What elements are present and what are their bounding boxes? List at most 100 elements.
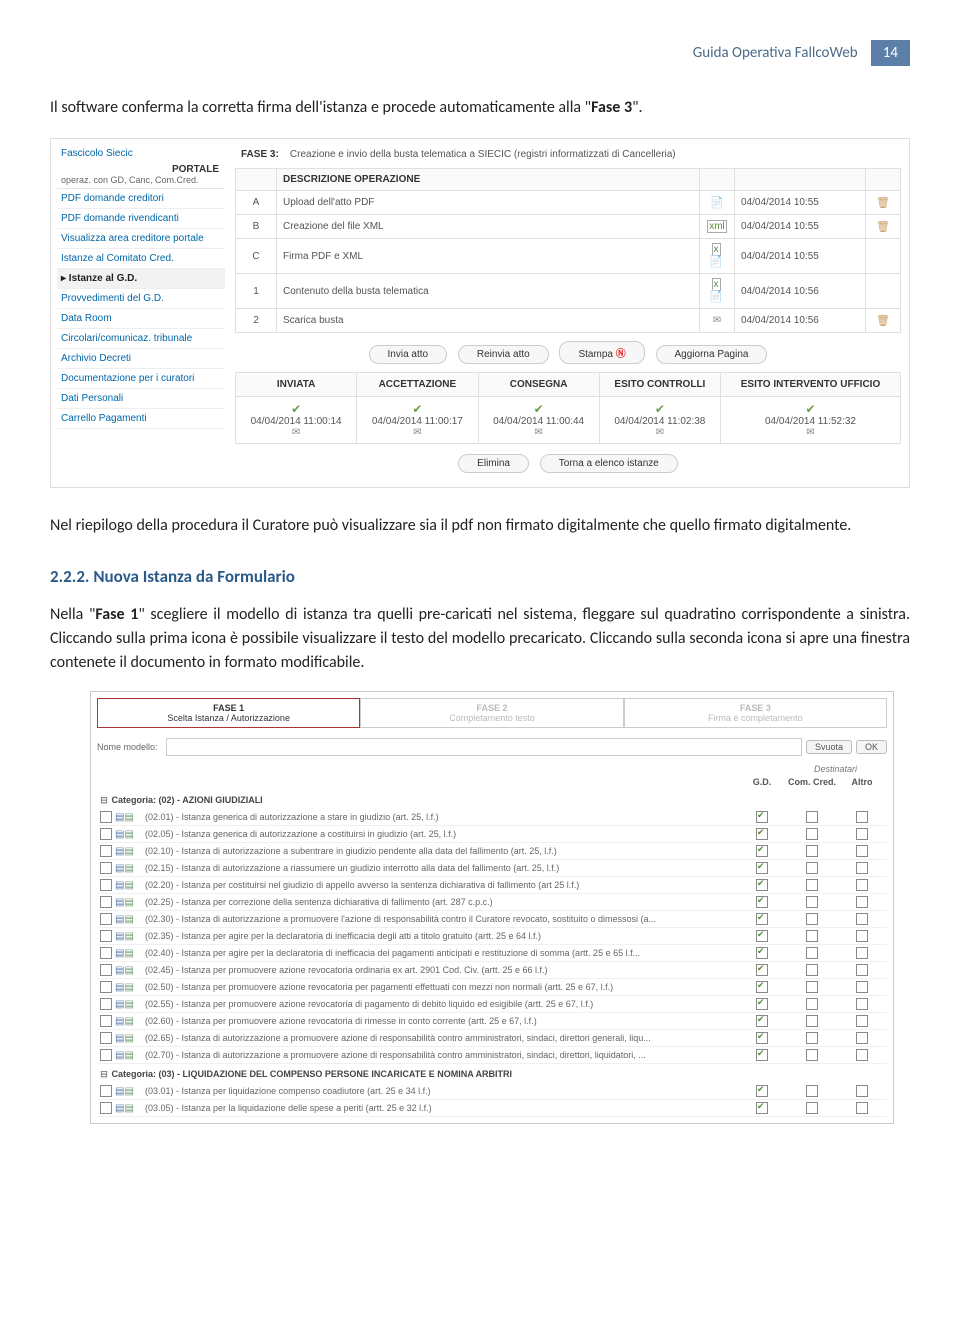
select-checkbox[interactable] bbox=[100, 1102, 112, 1114]
comcred-checkbox[interactable] bbox=[806, 930, 818, 942]
gd-checkbox[interactable] bbox=[756, 1049, 768, 1061]
altro-checkbox[interactable] bbox=[856, 845, 868, 857]
select-checkbox[interactable] bbox=[100, 913, 112, 925]
edit-icon[interactable]: ▤ bbox=[124, 948, 133, 959]
altro-checkbox[interactable] bbox=[856, 896, 868, 908]
comcred-checkbox[interactable] bbox=[806, 845, 818, 857]
torna-elenco-button[interactable]: Torna a elenco istanze bbox=[540, 454, 678, 473]
altro-checkbox[interactable] bbox=[856, 828, 868, 840]
svuota-button[interactable]: Svuota bbox=[806, 740, 852, 754]
altro-checkbox[interactable] bbox=[856, 998, 868, 1010]
envelope-icon[interactable]: ✉ bbox=[604, 427, 716, 438]
gd-checkbox[interactable] bbox=[756, 964, 768, 976]
select-checkbox[interactable] bbox=[100, 845, 112, 857]
select-checkbox[interactable] bbox=[100, 930, 112, 942]
edit-icon[interactable]: ▤ bbox=[124, 897, 133, 908]
edit-icon[interactable]: ▤ bbox=[124, 812, 133, 823]
edit-icon[interactable]: ▤ bbox=[124, 982, 133, 993]
comcred-checkbox[interactable] bbox=[806, 1032, 818, 1044]
sidebar-item[interactable]: Carrello Pagamenti bbox=[57, 409, 225, 429]
select-checkbox[interactable] bbox=[100, 964, 112, 976]
edit-icon[interactable]: ▤ bbox=[124, 846, 133, 857]
comcred-checkbox[interactable] bbox=[806, 828, 818, 840]
trash-icon[interactable]: 🗑 bbox=[876, 315, 890, 327]
gd-checkbox[interactable] bbox=[756, 896, 768, 908]
comcred-checkbox[interactable] bbox=[806, 947, 818, 959]
envelope-icon[interactable]: ✉ bbox=[240, 427, 352, 438]
comcred-checkbox[interactable] bbox=[806, 862, 818, 874]
gd-checkbox[interactable] bbox=[756, 1032, 768, 1044]
gd-checkbox[interactable] bbox=[756, 1015, 768, 1027]
altro-checkbox[interactable] bbox=[856, 1015, 868, 1027]
envelope-icon[interactable]: ✉ bbox=[361, 427, 473, 438]
gd-checkbox[interactable] bbox=[756, 811, 768, 823]
sidebar-item[interactable]: PDF domande rivendicanti bbox=[57, 209, 225, 229]
phase-tab[interactable]: FASE 3Firma e completamento bbox=[624, 698, 887, 728]
comcred-checkbox[interactable] bbox=[806, 1015, 818, 1027]
gd-checkbox[interactable] bbox=[756, 981, 768, 993]
gd-checkbox[interactable] bbox=[756, 862, 768, 874]
edit-icon[interactable]: ▤ bbox=[124, 880, 133, 891]
altro-checkbox[interactable] bbox=[856, 930, 868, 942]
altro-checkbox[interactable] bbox=[856, 947, 868, 959]
trash-icon[interactable]: 🗑 bbox=[876, 197, 890, 209]
sidebar-item[interactable]: Dati Personali bbox=[57, 389, 225, 409]
edit-icon[interactable]: ▤ bbox=[124, 1103, 133, 1114]
stampa-button[interactable]: Stampa Ⓝ bbox=[559, 341, 644, 364]
altro-checkbox[interactable] bbox=[856, 879, 868, 891]
trash-icon[interactable]: 🗑 bbox=[876, 221, 890, 233]
altro-checkbox[interactable] bbox=[856, 1102, 868, 1114]
select-checkbox[interactable] bbox=[100, 998, 112, 1010]
sidebar-item[interactable]: Istanze al Comitato Cred. bbox=[57, 249, 225, 269]
edit-icon[interactable]: ▤ bbox=[124, 965, 133, 976]
altro-checkbox[interactable] bbox=[856, 981, 868, 993]
select-checkbox[interactable] bbox=[100, 1049, 112, 1061]
gd-checkbox[interactable] bbox=[756, 947, 768, 959]
edit-icon[interactable]: ▤ bbox=[124, 931, 133, 942]
sidebar-item[interactable]: Provvedimenti del G.D. bbox=[57, 289, 225, 309]
aggiorna-pagina-button[interactable]: Aggiorna Pagina bbox=[656, 345, 768, 364]
select-checkbox[interactable] bbox=[100, 1032, 112, 1044]
select-checkbox[interactable] bbox=[100, 1015, 112, 1027]
category-03[interactable]: ⊟ Categoria: (03) - LIQUIDAZIONE DEL COM… bbox=[97, 1064, 887, 1083]
sidebar-item[interactable]: PDF domande creditori bbox=[57, 189, 225, 209]
altro-checkbox[interactable] bbox=[856, 1049, 868, 1061]
select-checkbox[interactable] bbox=[100, 896, 112, 908]
comcred-checkbox[interactable] bbox=[806, 879, 818, 891]
envelope-icon[interactable]: ✉ bbox=[483, 427, 595, 438]
comcred-checkbox[interactable] bbox=[806, 1085, 818, 1097]
altro-checkbox[interactable] bbox=[856, 913, 868, 925]
altro-checkbox[interactable] bbox=[856, 1085, 868, 1097]
select-checkbox[interactable] bbox=[100, 1085, 112, 1097]
select-checkbox[interactable] bbox=[100, 981, 112, 993]
edit-icon[interactable]: ▤ bbox=[124, 863, 133, 874]
search-input[interactable] bbox=[166, 738, 802, 756]
comcred-checkbox[interactable] bbox=[806, 964, 818, 976]
altro-checkbox[interactable] bbox=[856, 1032, 868, 1044]
gd-checkbox[interactable] bbox=[756, 845, 768, 857]
select-checkbox[interactable] bbox=[100, 811, 112, 823]
gd-checkbox[interactable] bbox=[756, 998, 768, 1010]
envelope-icon[interactable]: ✉ bbox=[725, 427, 896, 438]
sidebar-fascicolo[interactable]: Fascicolo Siecic bbox=[57, 145, 225, 162]
select-checkbox[interactable] bbox=[100, 862, 112, 874]
comcred-checkbox[interactable] bbox=[806, 896, 818, 908]
category-02[interactable]: ⊟ Categoria: (02) - AZIONI GIUDIZIALI bbox=[97, 790, 887, 809]
reinvia-atto-button[interactable]: Reinvia atto bbox=[458, 345, 549, 364]
gd-checkbox[interactable] bbox=[756, 1085, 768, 1097]
sidebar-item[interactable]: Circolari/comunicaz. tribunale bbox=[57, 329, 225, 349]
edit-icon[interactable]: ▤ bbox=[124, 1016, 133, 1027]
edit-icon[interactable]: ▤ bbox=[124, 1050, 133, 1061]
elimina-button[interactable]: Elimina bbox=[458, 454, 529, 473]
select-checkbox[interactable] bbox=[100, 947, 112, 959]
comcred-checkbox[interactable] bbox=[806, 998, 818, 1010]
invia-atto-button[interactable]: Invia atto bbox=[369, 345, 448, 364]
gd-checkbox[interactable] bbox=[756, 930, 768, 942]
comcred-checkbox[interactable] bbox=[806, 1102, 818, 1114]
sidebar-item[interactable]: Visualizza area creditore portale bbox=[57, 229, 225, 249]
edit-icon[interactable]: ▤ bbox=[124, 829, 133, 840]
phase-tab[interactable]: FASE 2Completamento testo bbox=[360, 698, 623, 728]
edit-icon[interactable]: ▤ bbox=[124, 914, 133, 925]
gd-checkbox[interactable] bbox=[756, 1102, 768, 1114]
comcred-checkbox[interactable] bbox=[806, 1049, 818, 1061]
